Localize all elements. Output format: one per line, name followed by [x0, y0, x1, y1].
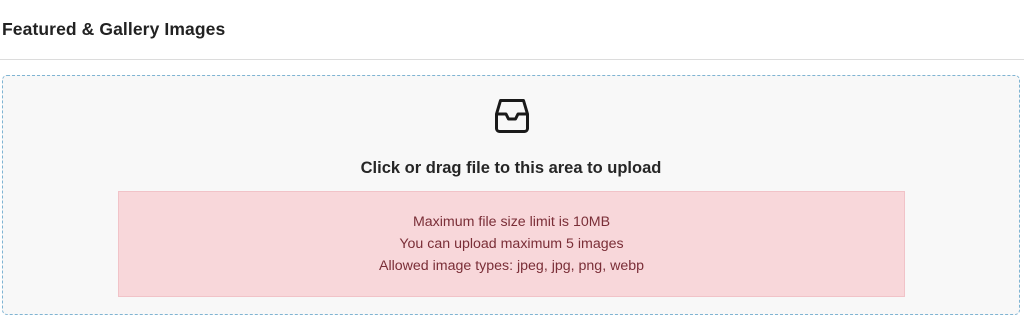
upload-prompt-text: Click or drag file to this area to uploa…: [360, 159, 662, 177]
upload-limits-alert: Maximum file size limit is 10MB You can …: [118, 191, 905, 297]
page: Featured & Gallery Images Click or drag …: [0, 0, 1024, 319]
max-images-text: You can upload maximum 5 images: [399, 236, 624, 252]
file-upload-dropzone[interactable]: Click or drag file to this area to uploa…: [2, 75, 1020, 315]
file-size-limit-text: Maximum file size limit is 10MB: [412, 214, 611, 230]
section-title: Featured & Gallery Images: [2, 19, 226, 39]
allowed-types-text: Allowed image types: jpeg, jpg, png, web…: [379, 258, 644, 274]
inbox-icon: [495, 99, 529, 133]
section-divider: [0, 59, 1024, 60]
